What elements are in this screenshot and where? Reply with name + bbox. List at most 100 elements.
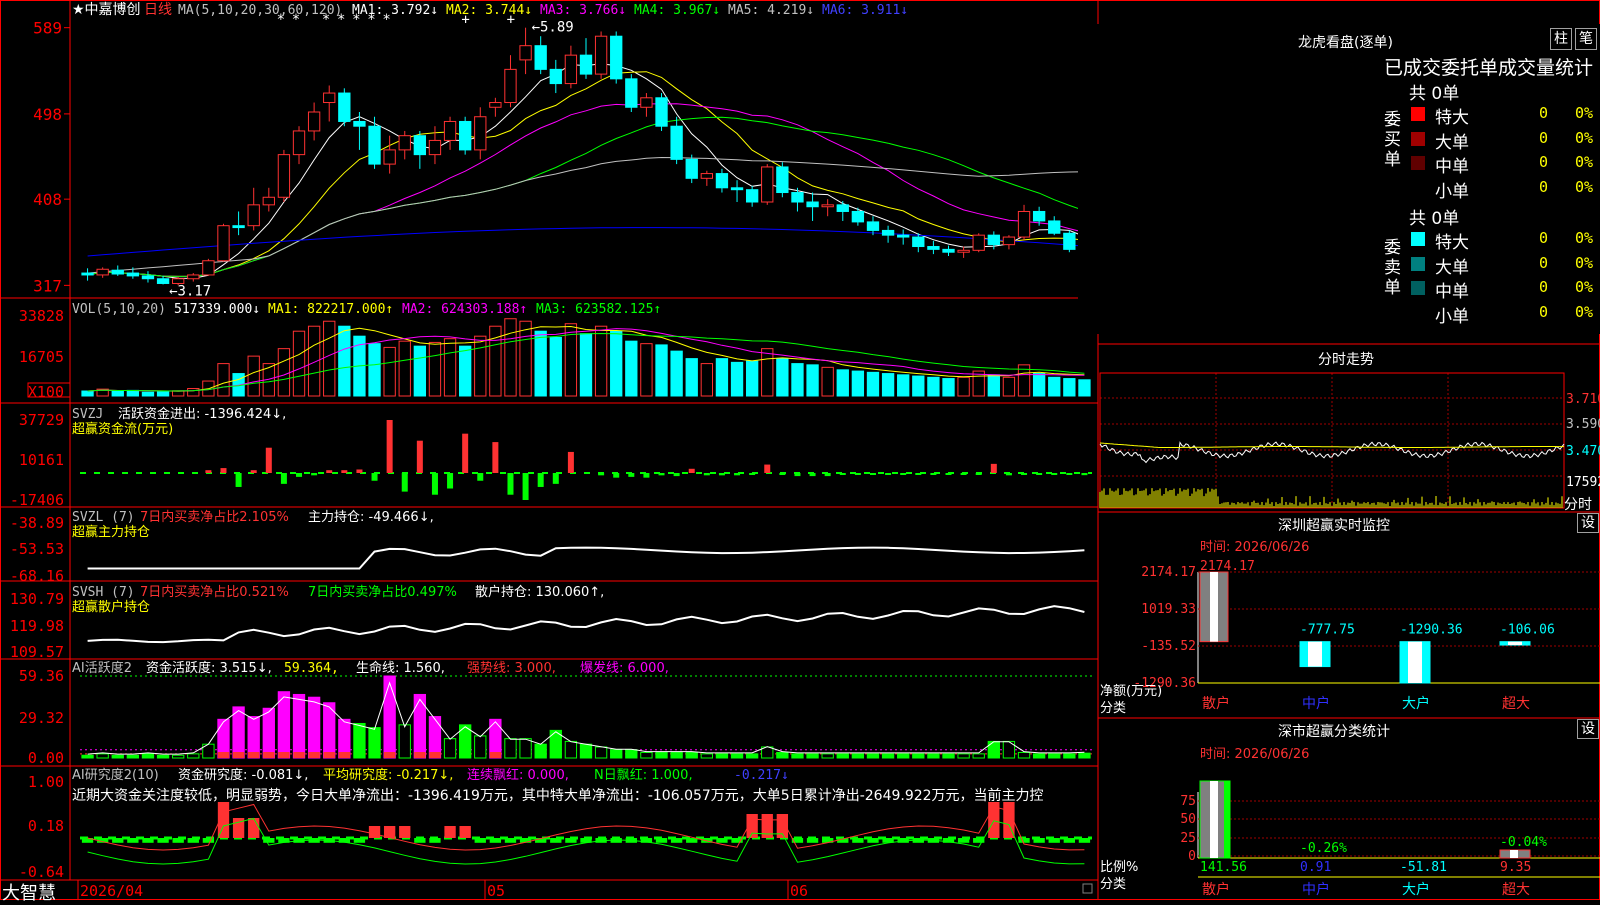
sell-row: 大单 0 0% xyxy=(1407,252,1600,278)
ai-active-bar xyxy=(368,727,381,759)
ai-active-bar xyxy=(504,738,517,759)
volume-bar xyxy=(398,340,411,397)
ai-active-bar xyxy=(383,675,396,759)
color-swatch xyxy=(1411,180,1425,195)
sell-row: 中单 0 0% xyxy=(1407,276,1600,302)
candle xyxy=(897,234,910,238)
volume-bar xyxy=(927,376,940,397)
ai-active-base xyxy=(293,752,305,758)
classify-bar-highlight xyxy=(1510,850,1518,858)
ai-research-bar xyxy=(429,838,441,843)
svzj-bar xyxy=(885,473,892,475)
volume-bar xyxy=(1032,373,1046,397)
volume-bar xyxy=(428,341,442,397)
candle xyxy=(821,204,834,208)
row-count: 0 xyxy=(1539,229,1549,247)
svsh-line xyxy=(87,605,1085,644)
monitor-y-label: 2174.17 xyxy=(1141,565,1196,580)
candle xyxy=(398,135,411,151)
sz-classify-settings-button[interactable]: 设 xyxy=(1577,719,1599,739)
ai-research-bar xyxy=(489,838,502,843)
candle xyxy=(232,225,245,229)
row-count: 0 xyxy=(1539,253,1549,272)
svzj-bar xyxy=(567,451,574,473)
ai-research-name: AI研究度2(10) xyxy=(72,767,159,783)
row-count: 0 xyxy=(1539,278,1549,296)
volume-bar xyxy=(685,358,698,397)
candle xyxy=(111,269,124,275)
svzj-bar xyxy=(764,464,771,473)
volume-bar xyxy=(443,338,457,397)
sz-monitor-xlabel: 分类 xyxy=(1100,701,1127,716)
candle xyxy=(715,173,729,189)
classify-bar-highlight xyxy=(1210,781,1218,858)
ai-active-bar xyxy=(141,753,155,759)
volume-bar xyxy=(126,389,140,397)
volume-bar xyxy=(745,360,759,397)
stock-name: ★中嘉博创 xyxy=(72,1,141,18)
volume-bar xyxy=(640,343,653,397)
volume-bar xyxy=(292,330,306,397)
svzj-bar xyxy=(401,473,408,492)
svzj-bar xyxy=(386,420,393,473)
ai-active-bar xyxy=(685,751,698,759)
ma-line-120 xyxy=(87,227,1085,257)
ma2-value: MA2: 3.744↓ xyxy=(446,3,532,18)
color-swatch xyxy=(1411,281,1425,295)
candle xyxy=(96,268,109,276)
row-label: 中单 xyxy=(1435,282,1469,302)
volume-bar xyxy=(1078,379,1091,397)
classify-y-label: 50 xyxy=(1180,812,1196,827)
lock-icon xyxy=(1082,883,1093,894)
ai-research-bar xyxy=(1018,838,1030,843)
svsh-y-label: 119.98 xyxy=(10,617,64,635)
row-label: 特大 xyxy=(1435,108,1469,128)
ai-active-f4: 强势线: 3.000, xyxy=(467,660,556,676)
candle xyxy=(307,111,321,132)
volume-bar xyxy=(881,373,895,397)
svzj-bar xyxy=(341,470,348,473)
ai-research-f4: N日飘红: 1.000, xyxy=(594,767,693,783)
svzj-bar xyxy=(552,473,559,484)
ma-line-20 xyxy=(87,103,1085,277)
vol-y-label: X100 xyxy=(28,383,64,401)
buy-side-label: 委买单 xyxy=(1384,110,1401,170)
volume-bar xyxy=(534,330,547,397)
svzl-ratio: 7日内买卖净占比2.105% xyxy=(140,509,289,525)
svzj-bar xyxy=(990,463,997,473)
ai-active-bar xyxy=(474,735,487,759)
candle xyxy=(730,187,744,191)
svzj-bar xyxy=(658,473,665,476)
classify-bottom-value: 141.56 xyxy=(1200,860,1247,875)
vol-y-label: 16705 xyxy=(19,348,64,366)
svzj-bar xyxy=(1005,473,1012,476)
classify-bar-label: -0.04% xyxy=(1500,835,1547,850)
monitor-bar-中户 xyxy=(1299,641,1331,668)
svzj-bar xyxy=(1081,473,1088,476)
vol-spec: VOL(5,10,20) xyxy=(72,302,166,317)
ma6-value: MA6: 3.911↓ xyxy=(822,3,908,18)
svsh-y-label: 130.79 xyxy=(10,590,64,608)
svzj-y-label: 37729 xyxy=(19,411,64,429)
candle xyxy=(942,248,955,253)
svzj-bar xyxy=(371,473,378,481)
tick-mode-button[interactable]: 笔 xyxy=(1575,28,1597,50)
svzj-bar xyxy=(1021,473,1028,475)
ai-active-bar xyxy=(972,753,985,759)
volume-bar xyxy=(761,348,774,397)
svzj-bar xyxy=(779,473,786,475)
volume-bar xyxy=(776,358,789,397)
monitor-cat-label: 超大 xyxy=(1502,696,1530,712)
ai-active-bar xyxy=(564,740,578,759)
ai-active-bar xyxy=(912,753,925,759)
ai-active-bar xyxy=(534,743,547,759)
ai-active-bar xyxy=(745,753,759,759)
ai-research-bar xyxy=(1033,838,1045,843)
bar-mode-button[interactable]: 柱 xyxy=(1550,28,1572,50)
svzj-bar xyxy=(220,468,227,473)
volume-bar xyxy=(579,333,593,397)
app-brand: 大智慧 xyxy=(2,883,56,904)
candle xyxy=(791,192,804,203)
ma-line-10 xyxy=(87,71,1085,277)
sz-monitor-settings-button[interactable]: 设 xyxy=(1577,513,1599,533)
